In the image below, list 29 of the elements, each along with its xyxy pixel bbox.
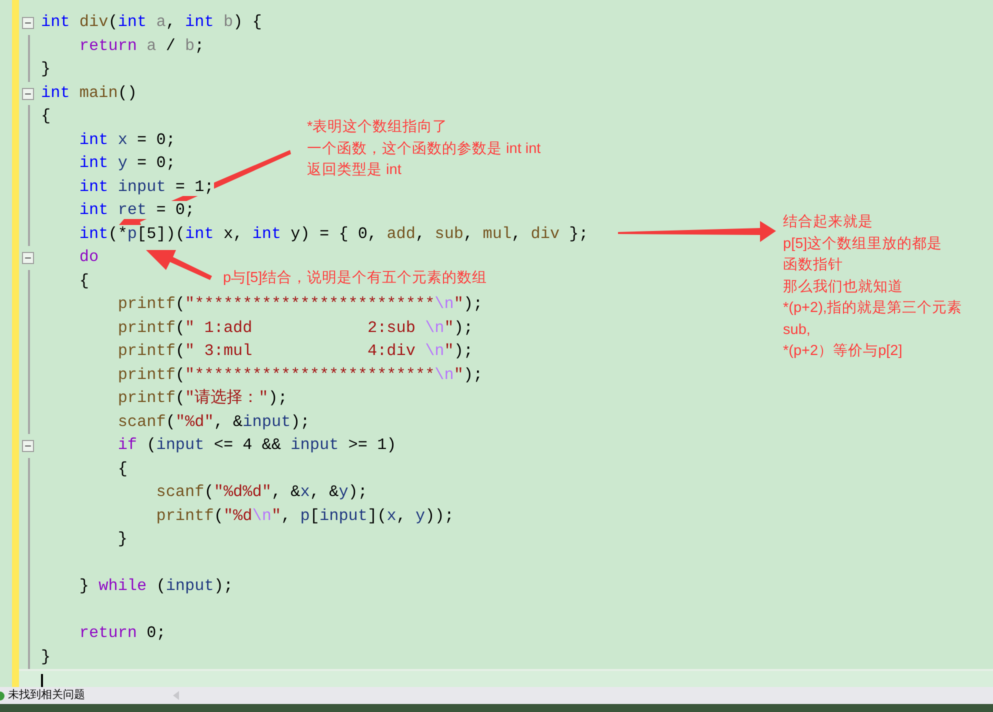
annotation-note: *表明这个数组指向了 一个函数，这个函数的参数是 int int 返回类型是 int [307, 118, 541, 180]
annotation-note: p与[5]结合，说明是个有五个元素的数组 [223, 269, 488, 288]
text-cursor [41, 674, 43, 687]
collapse-icon[interactable] [22, 440, 34, 452]
collapse-icon[interactable] [22, 252, 34, 264]
code-line: scanf("%d%d", &x, &y); [41, 481, 368, 504]
status-message: 未找到相关问题 [8, 688, 85, 704]
code-line: printf(" 3:mul 4:div \n"); [41, 340, 474, 364]
code-line: printf("*************************\n"); [41, 364, 483, 387]
code-line: int ret = 0; [41, 199, 195, 222]
code-line: return a / b; [41, 34, 204, 58]
collapse-icon[interactable] [22, 88, 34, 100]
code-line: scanf("%d", &input); [41, 410, 310, 434]
code-line: int y = 0; [41, 152, 176, 176]
annotation-arrow [146, 250, 212, 280]
code-line: if (input <= 4 && input >= 1) [41, 434, 396, 458]
code-line: printf("%d\n", p[input](x, y)); [41, 504, 454, 528]
status-ok-icon [0, 690, 5, 700]
code-line: printf("请选择："); [41, 387, 288, 410]
code-line: printf(" 1:add 2:sub \n"); [41, 316, 474, 340]
code-line: int x = 0; [41, 128, 176, 152]
code-line: int main() [41, 82, 138, 104]
code-line: printf("*************************\n"); [41, 293, 483, 316]
code-line: int div(int a, int b) { [41, 12, 262, 33]
code-line: } while (input); [41, 575, 234, 598]
annotation-note: 结合起来就是 p[5]这个数组里放的都是 函数指针 那么我们也就知道 *(p+2),指的就是第三个元素 sub, *(p+2）等价与p[2] [783, 213, 962, 361]
collapse-icon[interactable] [22, 17, 34, 29]
code-line: int(*p[5])(int x, int y) = { 0, add, sub, mul, div }; [41, 222, 588, 246]
code-line: int input = 1; [41, 176, 214, 199]
